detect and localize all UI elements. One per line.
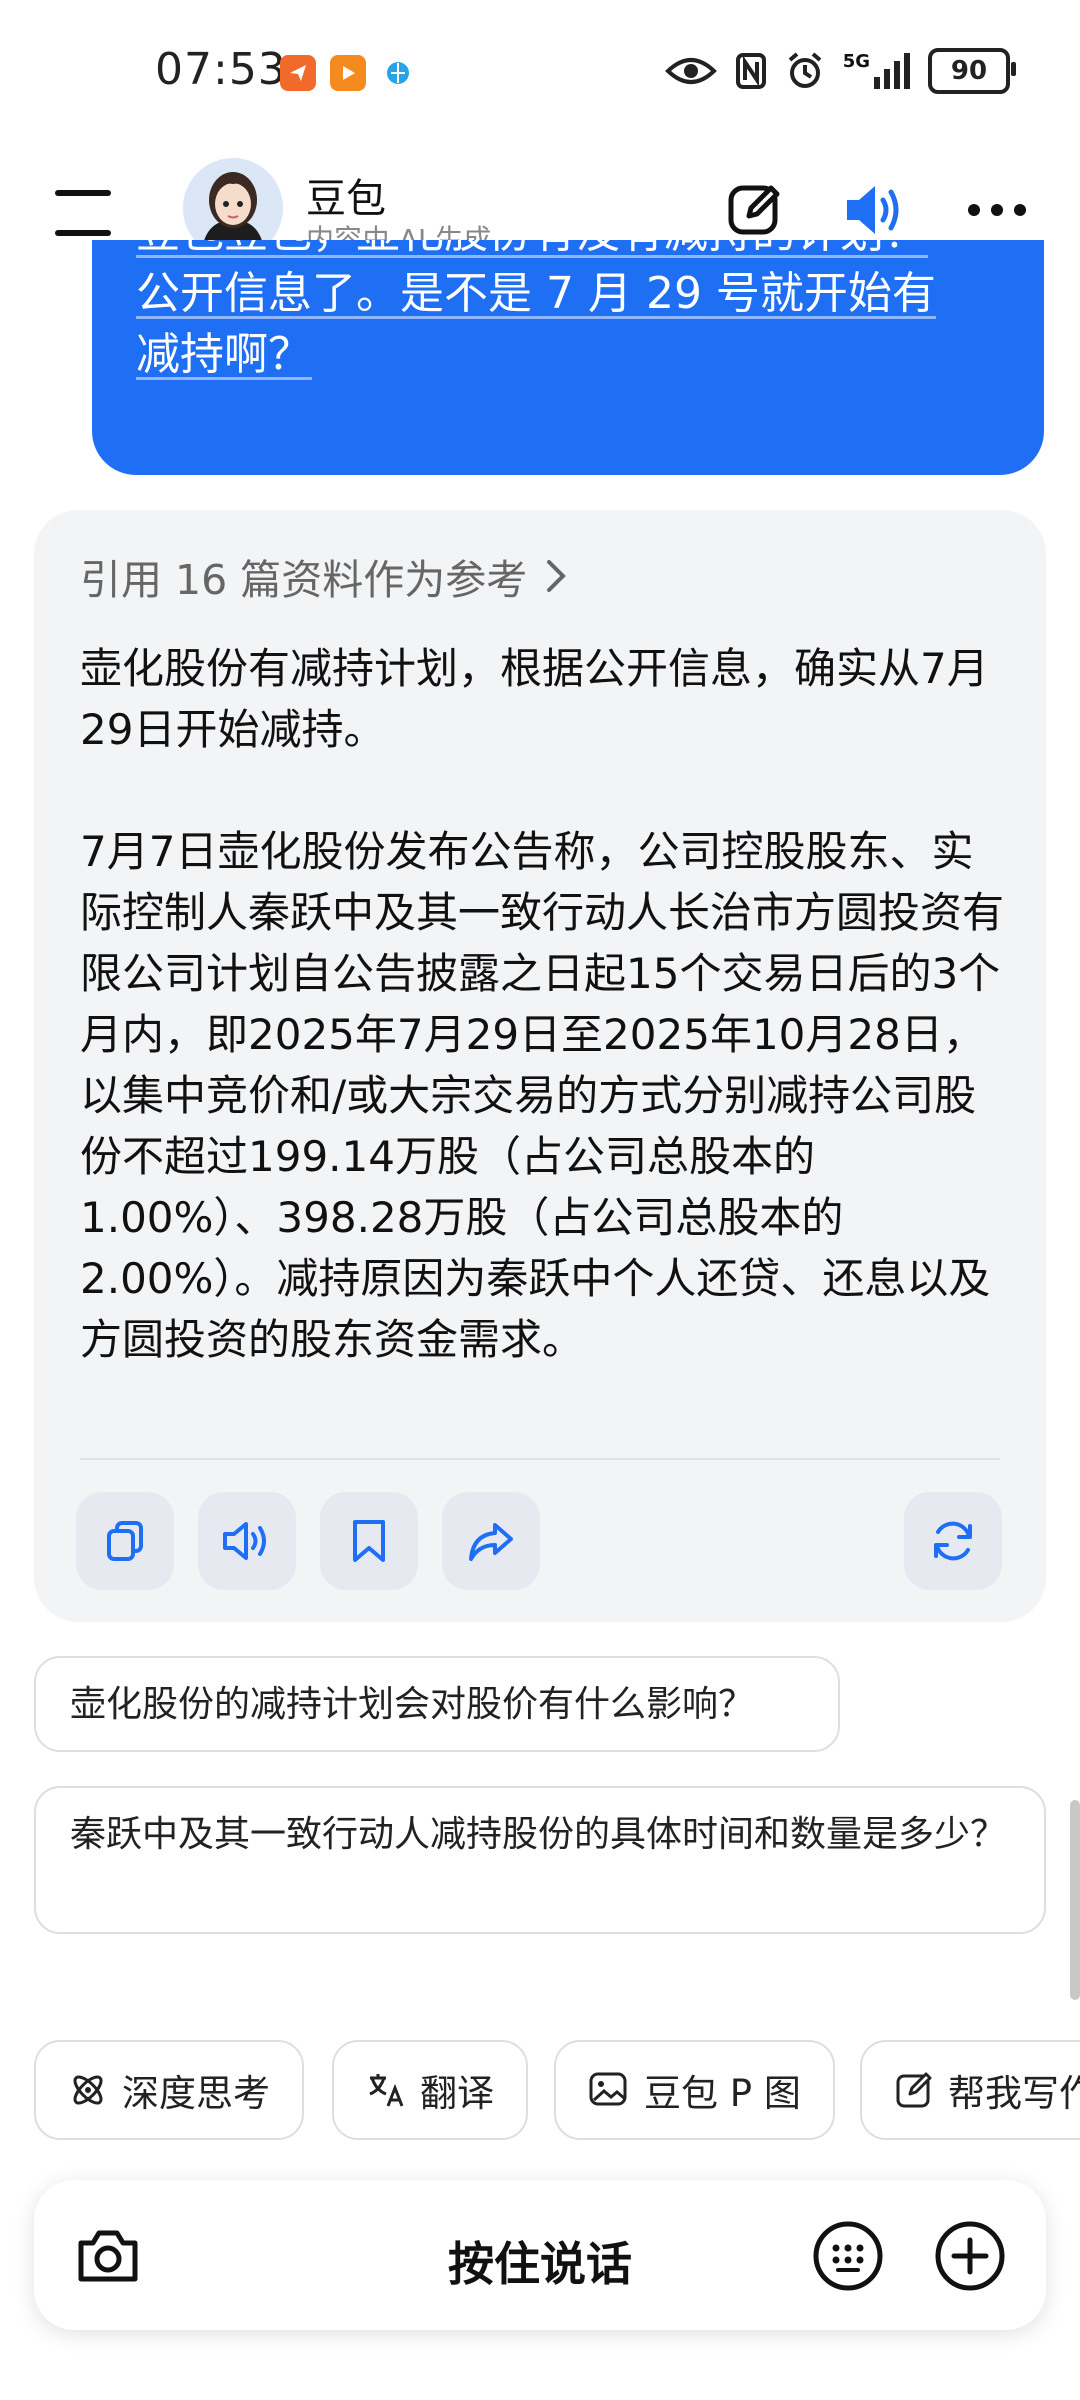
nfc-icon — [735, 53, 766, 89]
chip-help-write[interactable]: 帮我写作 — [860, 2040, 1080, 2140]
answer-paragraph: 7月7日壶化股份发布公告称，公司控股股东、实际控制人秦跃中及其一致行动人长治市方… — [80, 827, 1005, 1364]
share-button[interactable] — [442, 1492, 540, 1590]
more-button[interactable] — [962, 175, 1032, 245]
battery-level: 90 — [950, 56, 988, 86]
image-edit-icon — [589, 2072, 627, 2106]
suggestion-text: 壶化股份的减持计划会对股价有什么影响？ — [70, 1684, 755, 1725]
new-chat-button[interactable] — [720, 175, 790, 245]
answer-paragraph: 壶化股份有减持计划，根据公开信息，确实从7月29日开始减持。 — [80, 644, 989, 754]
plus-icon — [935, 2221, 1005, 2291]
speaker-icon — [223, 1522, 266, 1560]
share-icon — [469, 1523, 513, 1561]
suggestion-item[interactable]: 壶化股份的减持计划会对股价有什么影响？ — [34, 1656, 840, 1752]
hold-to-talk-button[interactable]: 按住说话 — [34, 2228, 1046, 2294]
user-message-bubble[interactable]: 豆包豆包，壶化股份有没有减持的计划？ 公开信息了。是不是 7 月 29 号就开始… — [92, 240, 1044, 475]
references-label: 引用 16 篇资料作为参考 — [80, 556, 528, 604]
user-message-line: 公开信息了。是不是 7 月 29 号就开始有 — [136, 268, 936, 319]
chip-label: 豆包 P 图 — [644, 2072, 801, 2115]
scrollbar[interactable] — [1070, 1800, 1080, 2000]
voice-playback-button[interactable] — [838, 175, 908, 245]
read-aloud-button[interactable] — [198, 1492, 296, 1590]
chip-translate[interactable]: 翻译 — [332, 2040, 528, 2140]
menu-button[interactable] — [55, 190, 111, 236]
app-notification-icon — [280, 55, 316, 91]
chip-label: 深度思考 — [122, 2072, 270, 2115]
regenerate-icon — [934, 1521, 972, 1561]
copy-button[interactable] — [76, 1492, 174, 1590]
user-message-line: 豆包豆包，壶化股份有没有减持的计划？ — [136, 240, 928, 258]
references-link[interactable]: 引用 16 篇资料作为参考 — [80, 546, 567, 606]
keyboard-toggle-button[interactable] — [810, 2218, 886, 2294]
edit-icon — [728, 185, 780, 235]
regenerate-button[interactable] — [904, 1492, 1002, 1590]
browser-app-icon — [380, 55, 416, 91]
status-icons: 5G 90 — [664, 46, 1016, 96]
suggestion-item[interactable]: 秦跃中及其一致行动人减持股份的具体时间和数量是多少？ — [34, 1786, 1046, 1934]
feature-chip-row: 深度思考 翻译 豆包 P 图 帮我写作 — [0, 2030, 1080, 2150]
signal-icon: 5G — [843, 53, 910, 89]
video-app-icon — [330, 55, 366, 91]
bot-name: 豆包 — [306, 176, 386, 222]
status-bar: 07:53 5G 90 — [0, 0, 1080, 150]
add-button[interactable] — [932, 2218, 1008, 2294]
keyboard-icon — [813, 2221, 883, 2291]
alarm-icon — [788, 52, 821, 88]
translate-icon — [369, 2074, 404, 2107]
user-message-text: 豆包豆包，壶化股份有没有减持的计划？ 公开信息了。是不是 7 月 29 号就开始… — [136, 240, 1016, 385]
chip-image-edit[interactable]: 豆包 P 图 — [554, 2040, 835, 2140]
chevron-right-icon — [547, 560, 567, 592]
copy-icon — [107, 1521, 143, 1561]
speaker-icon — [847, 186, 899, 234]
assistant-message-text: 壶化股份有减持计划，根据公开信息，确实从7月29日开始减持。 7月7日壶化股份发… — [80, 638, 1010, 1431]
write-icon — [896, 2072, 932, 2108]
chip-deep-think[interactable]: 深度思考 — [34, 2040, 304, 2140]
status-time: 07:53 — [155, 44, 287, 95]
battery-icon: 90 — [928, 48, 1016, 94]
divider — [80, 1458, 1000, 1460]
eye-icon — [664, 58, 717, 84]
network-label: 5G — [842, 51, 870, 72]
suggestion-text: 秦跃中及其一致行动人减持股份的具体时间和数量是多少？ — [70, 1814, 1007, 1855]
input-bar: 按住说话 — [34, 2180, 1046, 2330]
atom-icon — [73, 2075, 103, 2105]
bookmark-button[interactable] — [320, 1492, 418, 1590]
chip-label: 帮我写作 — [948, 2072, 1080, 2115]
more-icon — [968, 204, 1026, 216]
chip-label: 翻译 — [420, 2072, 494, 2115]
user-message-line: 减持啊？ — [136, 329, 312, 380]
bookmark-icon — [353, 1520, 385, 1562]
assistant-message-card: 引用 16 篇资料作为参考 壶化股份有减持计划，根据公开信息，确实从7月29日开… — [34, 510, 1046, 1622]
